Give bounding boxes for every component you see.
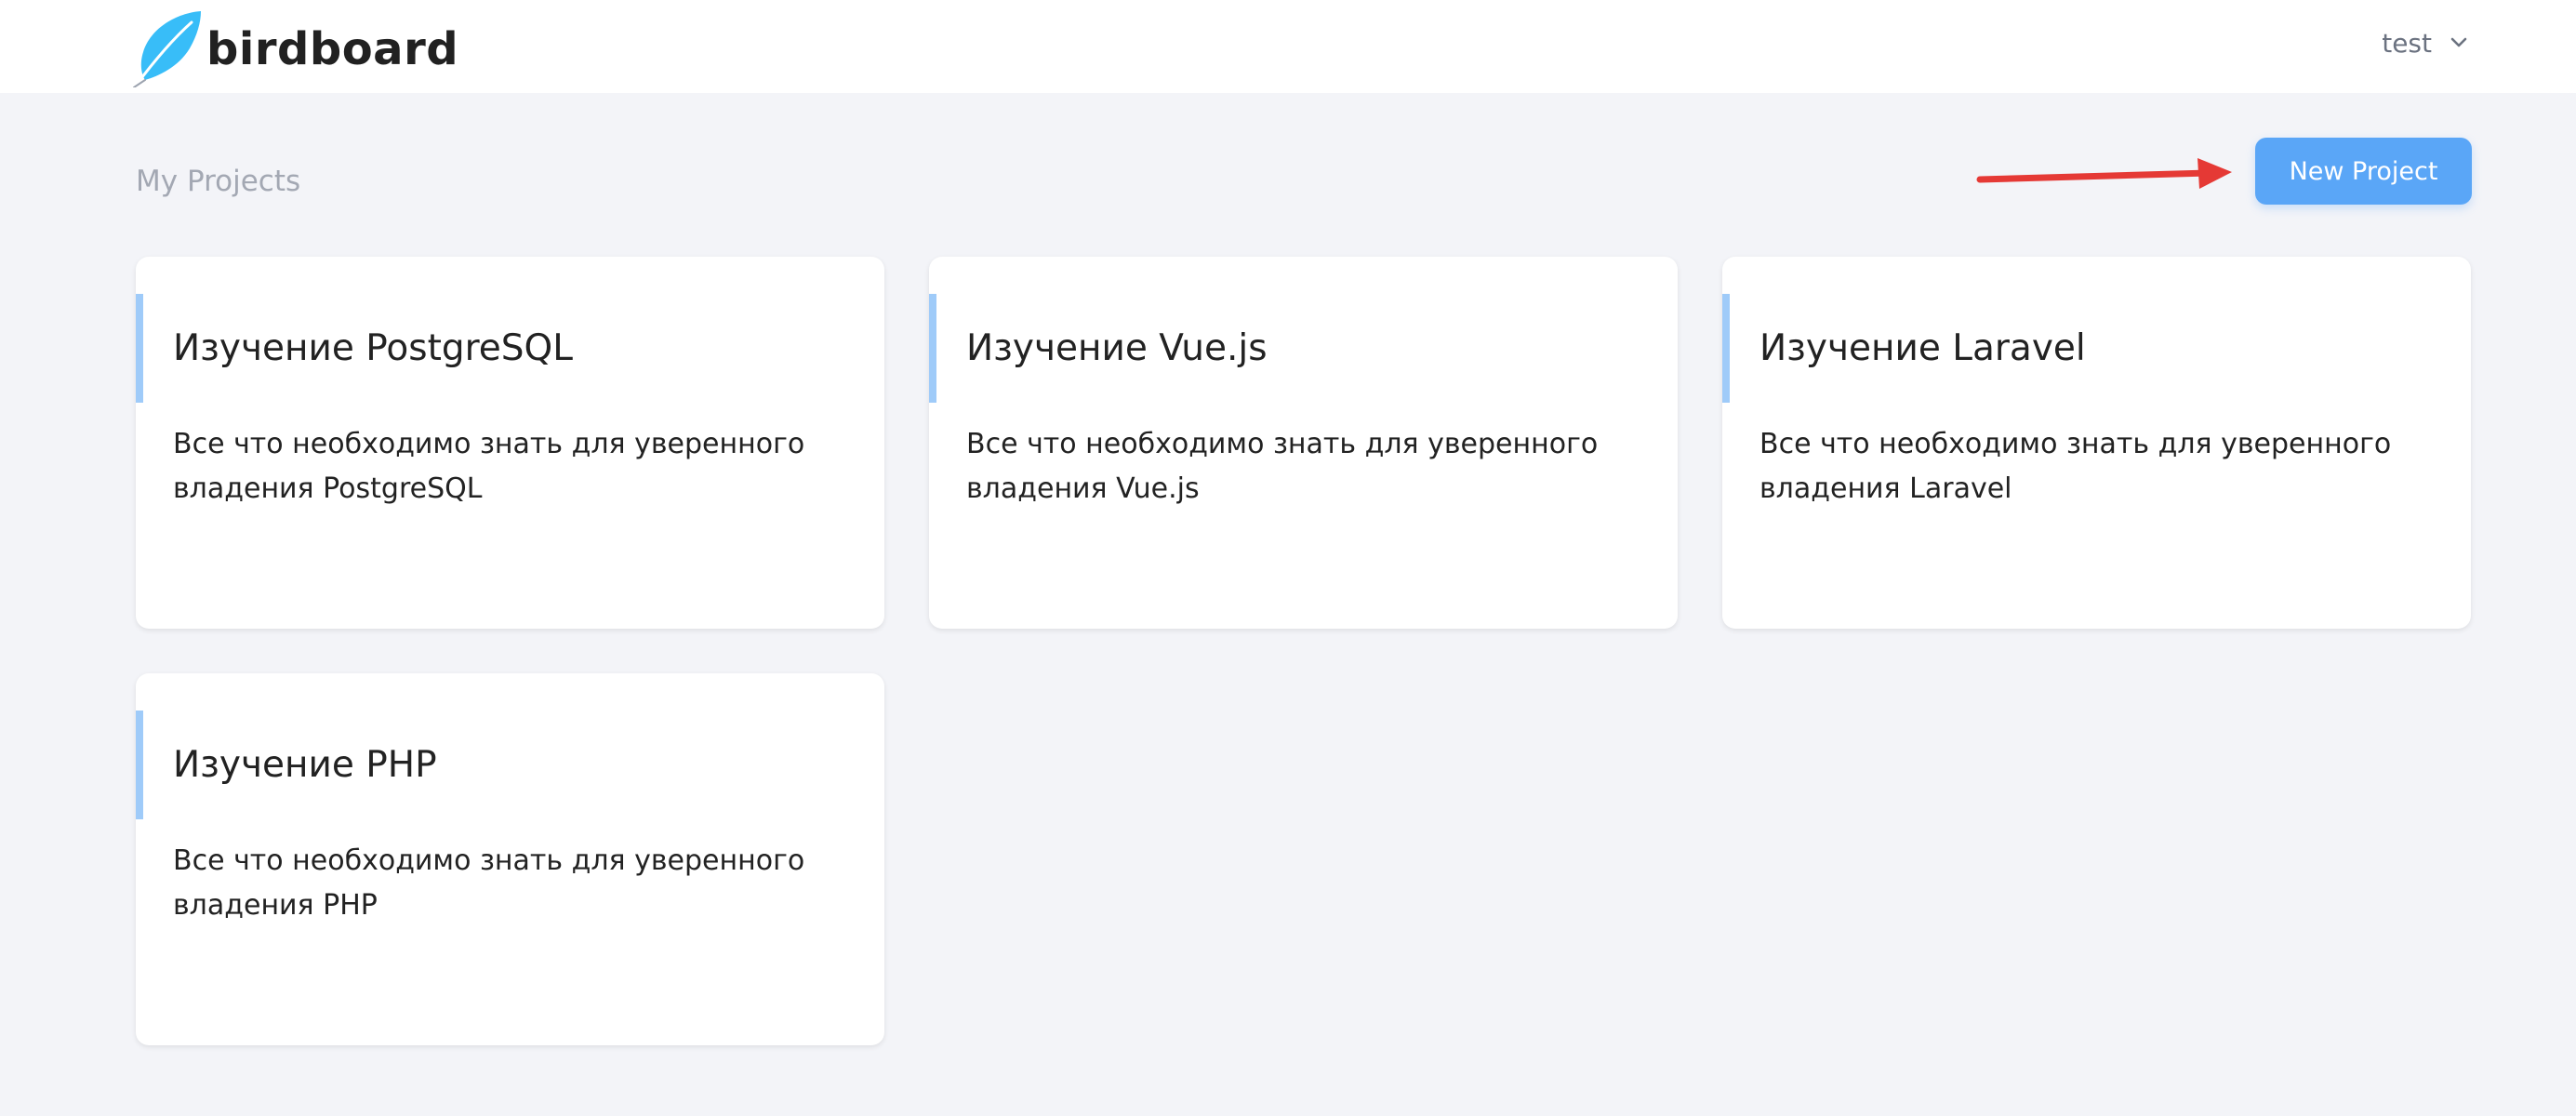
project-card[interactable]: Изучение PHP Все что необходимо знать дл… [136,673,884,1045]
card-accent-bar [1722,294,1730,403]
project-description: Все что необходимо знать для уверенного … [173,428,805,505]
project-card[interactable]: Изучение Vue.js Все что необходимо знать… [929,257,1678,629]
project-card[interactable]: Изучение PostgreSQL Все что необходимо з… [136,257,884,629]
chevron-down-icon [2449,28,2469,59]
project-title[interactable]: Изучение Vue.js [966,325,1640,373]
project-title[interactable]: Изучение Laravel [1759,325,2434,373]
project-description: Все что необходимо знать для уверенного … [966,428,1599,505]
card-accent-bar [929,294,936,403]
project-description: Все что необходимо знать для уверенного … [173,844,805,922]
card-accent-bar [136,711,143,819]
section-title: My Projects [136,165,301,198]
project-description: Все что необходимо знать для уверенного … [1759,428,2392,505]
arrow-right-icon [1976,149,2237,195]
feather-logo-icon[interactable] [130,9,205,88]
project-title[interactable]: Изучение PostgreSQL [173,325,847,373]
user-name: test [2382,27,2432,59]
top-navigation-bar: birdboard test [0,0,2576,93]
brand-name[interactable]: birdboard [206,19,458,80]
card-accent-bar [136,294,143,403]
new-project-button[interactable]: New Project [2255,138,2472,205]
project-card[interactable]: Изучение Laravel Все что необходимо знат… [1722,257,2471,629]
project-title[interactable]: Изучение PHP [173,741,847,790]
user-menu[interactable]: test [2382,24,2469,61]
